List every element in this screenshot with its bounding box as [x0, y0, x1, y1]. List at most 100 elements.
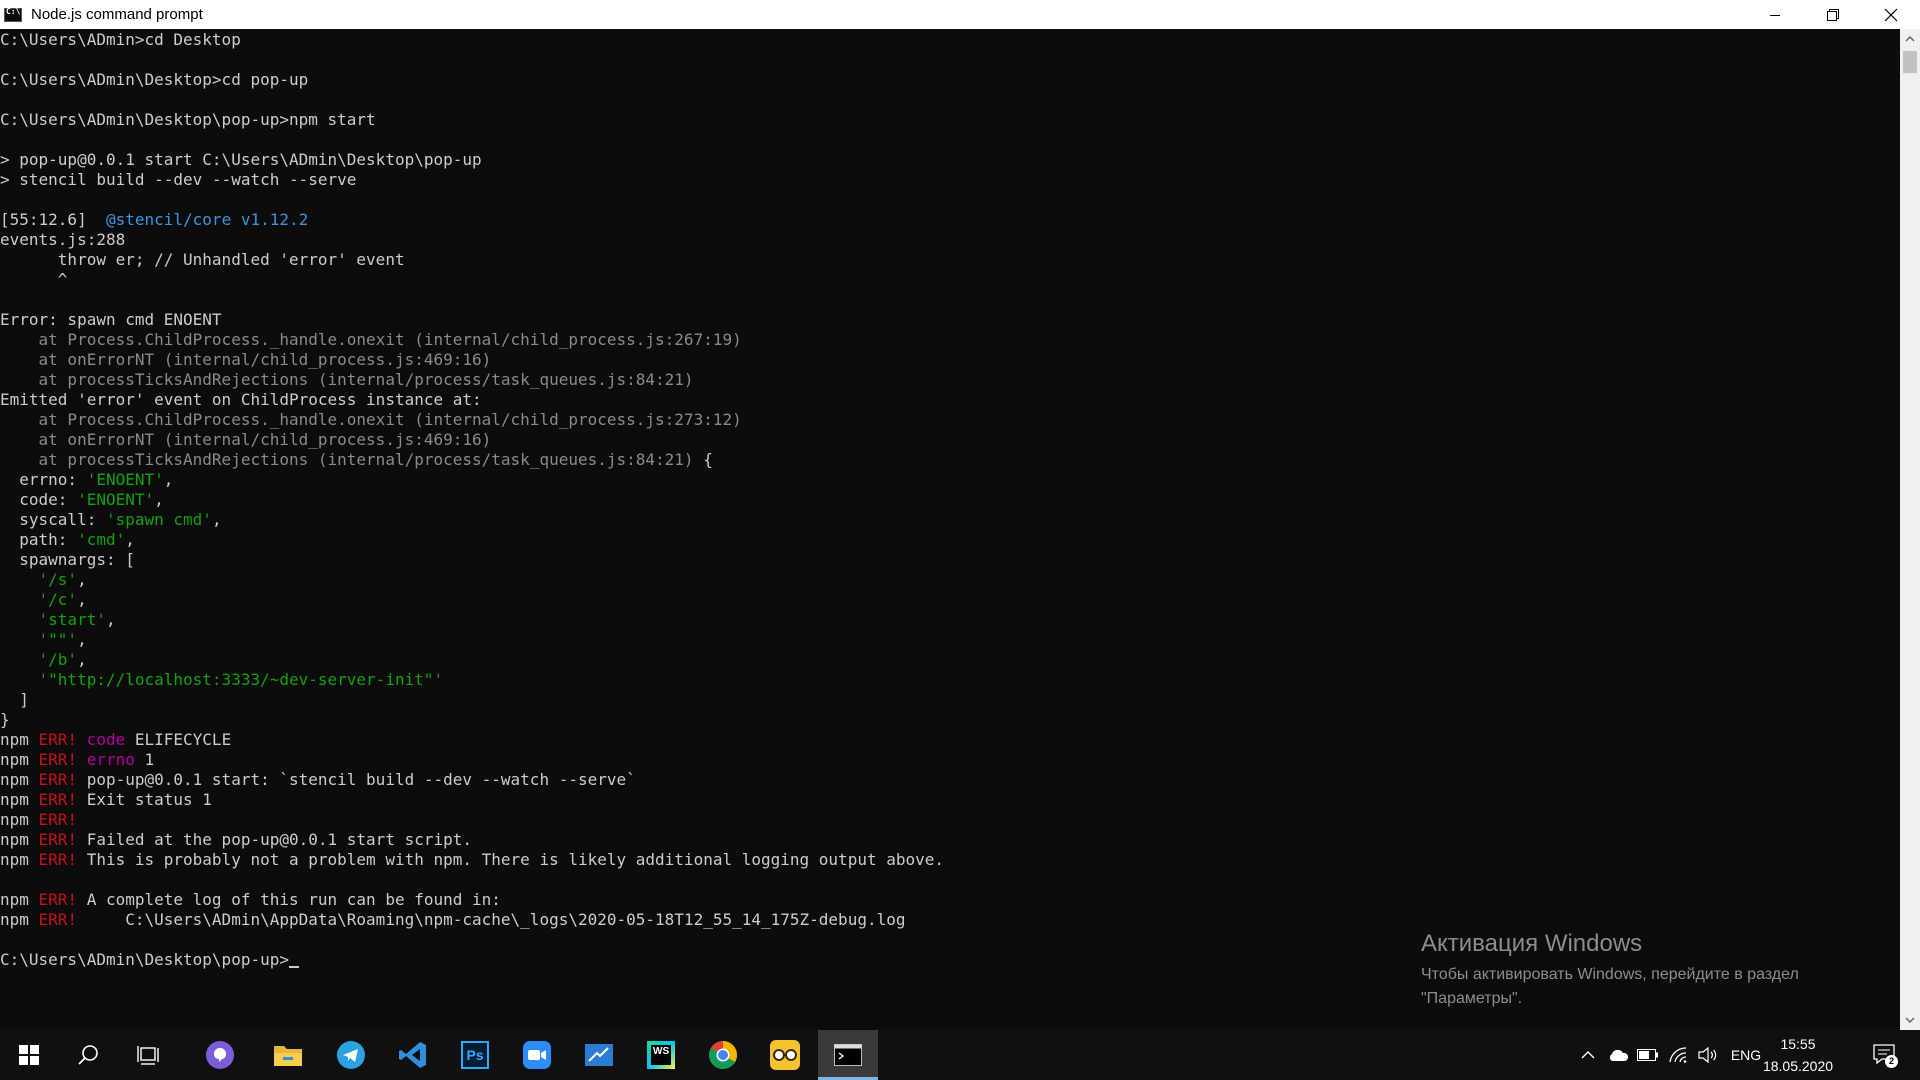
terminal-text-segment: code: [0, 490, 78, 509]
taskbar-app-telegram[interactable] [321, 1030, 381, 1080]
terminal-line: npm ERR! This is probably not a problem … [0, 850, 944, 870]
terminal-text-segment: ELIFECYCLE [125, 730, 232, 749]
windows-activation-watermark: Активация Windows Чтобы активировать Win… [1421, 929, 1799, 1011]
console-area[interactable]: C:\Users\ADmin>cd Desktop C:\Users\ADmin\… [0, 29, 1900, 1030]
vertical-scrollbar[interactable] [1900, 29, 1920, 1030]
terminal-line: npm ERR! errno 1 [0, 750, 944, 770]
terminal-line: events.js:288 [0, 230, 944, 250]
title-bar[interactable]: Node.js command prompt [0, 0, 1920, 29]
terminal-text-segment: , [125, 530, 135, 549]
terminal-line: at onErrorNT (internal/child_process.js:… [0, 350, 944, 370]
terminal-text-segment: at onErrorNT (internal/child_process.js:… [0, 430, 492, 449]
taskbar-app-terminal[interactable] [818, 1030, 878, 1080]
webstorm-label: WS [651, 1045, 671, 1065]
terminal-text-segment: C:\Users\ADmin\Desktop\pop-up> [0, 950, 289, 969]
terminal-line: spawnargs: [ [0, 550, 944, 570]
cmd-app-icon[interactable] [4, 7, 22, 22]
chevron-up-icon [1581, 1051, 1595, 1059]
volume-button[interactable] [1694, 1030, 1722, 1080]
terminal-text-segment: at processTicksAndRejections (internal/p… [0, 450, 694, 469]
taskbar-app-glasses[interactable] [755, 1030, 815, 1080]
scroll-up-button[interactable] [1900, 29, 1920, 49]
action-center-button[interactable]: 2 [1864, 1030, 1904, 1080]
terminal-text-segment: This is probably not a problem with npm.… [77, 850, 945, 869]
restore-button[interactable] [1804, 0, 1862, 29]
task-view-button[interactable] [118, 1030, 178, 1080]
terminal-line: throw er; // Unhandled 'error' event [0, 250, 944, 270]
terminal-text-segment: > pop-up@0.0.1 start C:\Users\ADmin\Desk… [0, 150, 482, 169]
taskbar-app-photoshop[interactable]: Ps [445, 1030, 505, 1080]
terminal-text-segment: 1 [134, 750, 155, 769]
battery-button[interactable] [1634, 1030, 1662, 1080]
taskbar-app-chrome[interactable] [693, 1030, 753, 1080]
terminal-line: npm ERR! Exit status 1 [0, 790, 944, 810]
terminal-text-segment: , [163, 470, 174, 489]
start-icon [19, 1045, 39, 1065]
terminal-text-segment: '/b' [38, 650, 78, 669]
terminal-line: C:\Users\ADmin>cd Desktop [0, 30, 944, 50]
terminal-text-segment: syscall: [0, 510, 106, 529]
terminal-text-segment: 'start' [38, 610, 106, 629]
terminal-line: '/b', [0, 650, 944, 670]
terminal-text-segment: 'ENOENT' [86, 470, 164, 489]
terminal-text-segment: at Process.ChildProcess._handle.onexit (… [0, 410, 742, 429]
start-button[interactable] [0, 1030, 58, 1080]
terminal-line: '""', [0, 630, 944, 650]
terminal-text-segment: , [77, 590, 87, 609]
telegram-icon [337, 1041, 365, 1069]
terminal-line: > stencil build --dev --watch --serve [0, 170, 944, 190]
terminal-line: C:\Users\ADmin\Desktop\pop-up> [0, 950, 944, 970]
taskbar-app-viber[interactable] [190, 1030, 250, 1080]
terminal-line: ^ [0, 270, 944, 290]
taskbar-app-webstorm[interactable]: WS [631, 1030, 691, 1080]
taskbar-app-vscode[interactable] [383, 1030, 443, 1080]
show-hidden-icons-button[interactable] [1574, 1030, 1602, 1080]
terminal-text-segment: ERR! [38, 810, 78, 829]
file-explorer-icon [274, 1046, 302, 1066]
terminal-text-segment: Error: spawn cmd ENOENT [0, 310, 222, 329]
terminal-text-segment: C:\Users\ADmin>cd Desktop [0, 30, 241, 49]
terminal-line: } [0, 710, 944, 730]
clock[interactable]: 15:55 18.05.2020 [1758, 1033, 1838, 1077]
minimize-button[interactable] [1746, 0, 1804, 29]
terminal-text-segment: ERR! [38, 890, 78, 909]
terminal-line: [55:12.6] @stencil/core v1.12.2 [0, 210, 944, 230]
close-button[interactable] [1862, 0, 1920, 29]
terminal-line: code: 'ENOENT', [0, 490, 944, 510]
clock-time: 15:55 [1780, 1036, 1816, 1052]
network-button[interactable] [1664, 1030, 1692, 1080]
terminal-line: npm ERR! [0, 810, 944, 830]
terminal-line: npm ERR! pop-up@0.0.1 start: `stencil bu… [0, 770, 944, 790]
terminal-line: at processTicksAndRejections (internal/p… [0, 450, 944, 470]
terminal-text-segment: '""' [38, 630, 78, 649]
terminal-line: C:\Users\ADmin\Desktop\pop-up>npm start [0, 110, 944, 130]
onedrive-button[interactable] [1604, 1030, 1632, 1080]
terminal-icon [834, 1044, 862, 1066]
clock-date: 18.05.2020 [1762, 1058, 1834, 1074]
terminal-text-segment: npm [0, 770, 39, 789]
scroll-down-button[interactable] [1900, 1010, 1920, 1030]
terminal-text-segment: , [211, 510, 222, 529]
chrome-icon [709, 1041, 737, 1069]
terminal-text-segment: , [77, 650, 87, 669]
terminal-line: npm ERR! code ELIFECYCLE [0, 730, 944, 750]
zoom-icon [523, 1041, 551, 1069]
terminal-line: npm ERR! C:\Users\ADmin\AppData\Roaming\… [0, 910, 944, 930]
language-label: ENG [1730, 1047, 1762, 1063]
taskbar-app-file-explorer[interactable] [258, 1030, 318, 1080]
terminal-line: > pop-up@0.0.1 start C:\Users\ADmin\Desk… [0, 150, 944, 170]
scroll-thumb[interactable] [1903, 51, 1917, 73]
terminal-text-segment: npm [0, 730, 39, 749]
activation-title: Активация Windows [1421, 930, 1643, 957]
terminal-text-segment: Failed at the pop-up@0.0.1 start script. [77, 830, 473, 849]
whiteboard-icon [585, 1044, 613, 1066]
terminal-line: errno: 'ENOENT', [0, 470, 944, 490]
taskbar-app-zoom[interactable] [507, 1030, 567, 1080]
search-button[interactable] [58, 1030, 118, 1080]
taskbar-app-whiteboard[interactable] [569, 1030, 629, 1080]
volume-icon [1698, 1047, 1717, 1063]
text-cursor [288, 966, 299, 968]
